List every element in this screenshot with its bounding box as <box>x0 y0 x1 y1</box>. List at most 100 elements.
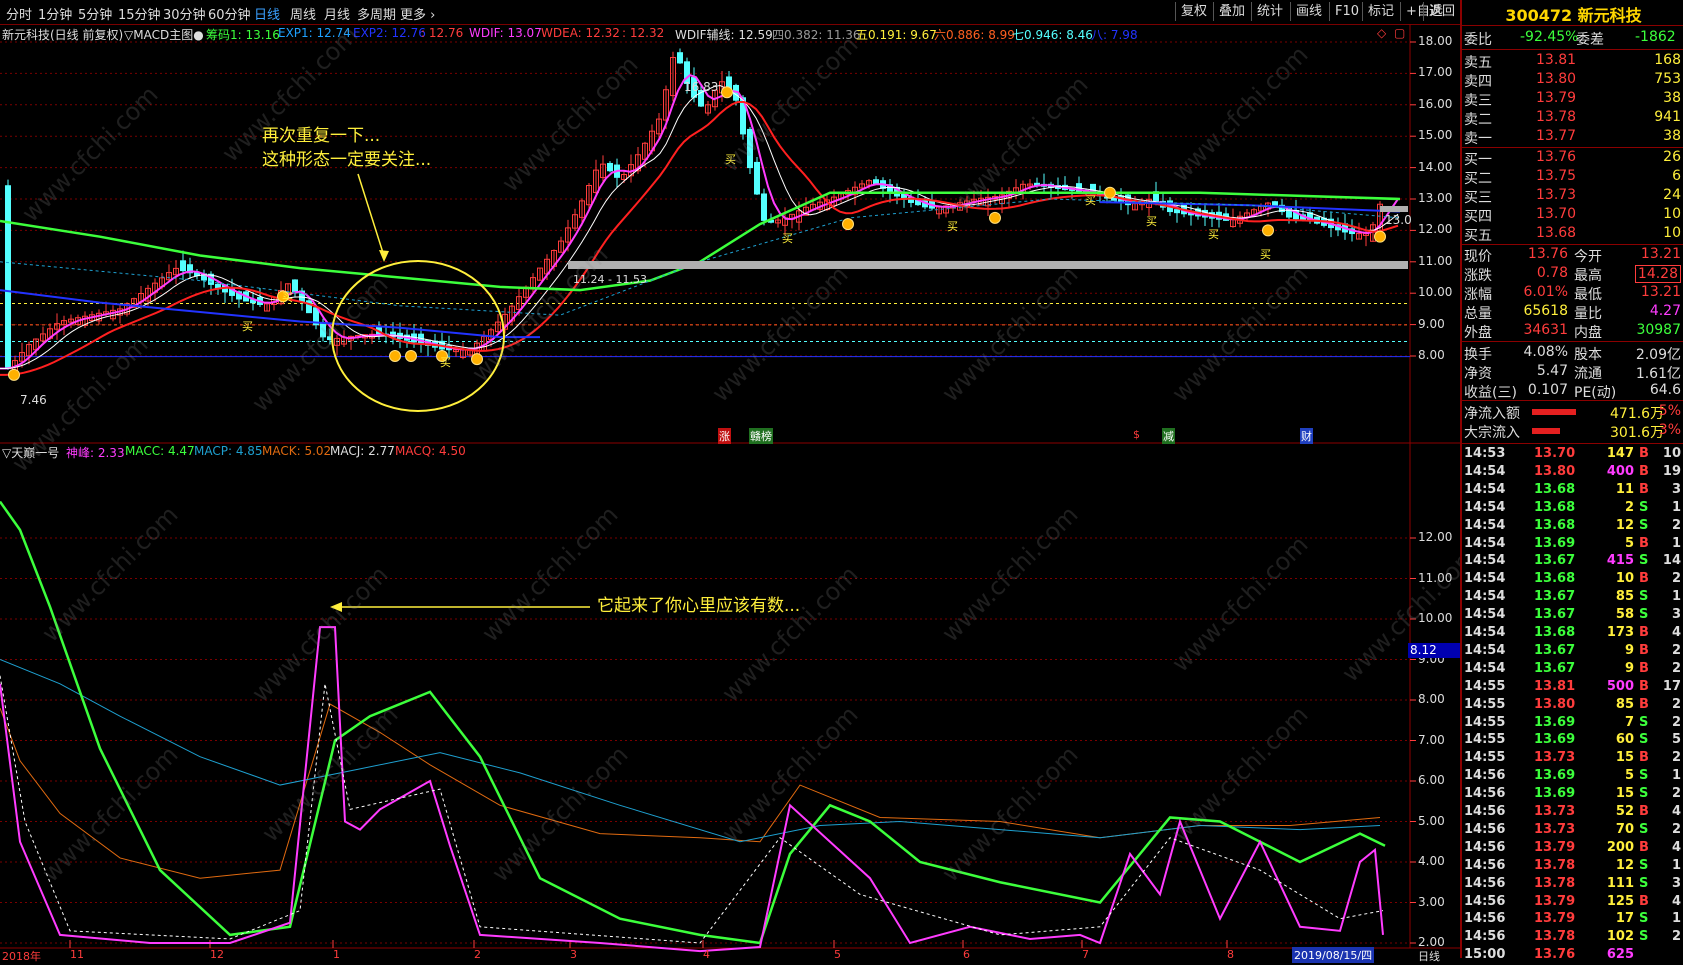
stat-label: 换手 <box>1464 347 1492 363</box>
event-mark-cai[interactable]: 财 <box>1300 428 1313 444</box>
buy-mark: 买 <box>725 153 736 166</box>
indicator-tick: 4.00 <box>1418 854 1445 868</box>
sell-volume: 941 <box>1654 109 1681 125</box>
tick-price: 13.68 <box>1534 571 1576 587</box>
tick-side: S <box>1639 929 1649 945</box>
tick-time: 14:56 <box>1464 857 1506 873</box>
signal-dot <box>389 350 401 362</box>
buy-volume: 24 <box>1663 187 1681 203</box>
event-mark-dollar[interactable]: $ <box>1133 428 1140 441</box>
tick-side: B <box>1639 839 1649 855</box>
tick-row: 14:55 13.69 7 S 2 <box>1462 715 1683 733</box>
buy-volume: 10 <box>1663 225 1681 241</box>
buy-level-row: 买三 13.73 24 <box>1462 187 1683 206</box>
tick-time: 14:55 <box>1464 732 1506 748</box>
tick-time: 14:56 <box>1464 786 1506 802</box>
buy-mark: 买 <box>440 356 451 369</box>
buy-level-label: 买三 <box>1464 190 1492 206</box>
tick-row: 14:54 13.67 9 B 2 <box>1462 643 1683 661</box>
tick-count: 10 <box>1662 446 1681 461</box>
tick-time: 14:56 <box>1464 875 1506 891</box>
tick-row: 14:56 13.79 125 B 4 <box>1462 894 1683 912</box>
tick-time: 14:54 <box>1464 535 1506 551</box>
indicator-tick: 11.00 <box>1418 570 1453 585</box>
tick-row: 14:56 13.73 70 S 2 <box>1462 822 1683 840</box>
indicator-tick: 3.00 <box>1418 894 1445 909</box>
tick-price: 13.79 <box>1534 893 1576 909</box>
tick-time: 14:54 <box>1464 463 1506 479</box>
x-tick: 4 <box>703 948 710 961</box>
tick-time: 14:56 <box>1464 804 1506 819</box>
price-tick: 11.00 <box>1418 253 1453 268</box>
signal-dot <box>471 353 483 366</box>
tick-side: B <box>1639 660 1649 676</box>
tick-volume: 15 <box>1615 750 1634 766</box>
tick-price: 13.78 <box>1534 875 1576 891</box>
stat-label: PE(动) <box>1574 385 1617 401</box>
tick-count: 2 <box>1671 929 1681 945</box>
tick-row: 14:56 13.78 12 S 1 <box>1462 858 1683 876</box>
flow-bar <box>1532 409 1576 415</box>
tick-side: B <box>1639 750 1649 766</box>
tick-volume: 111 <box>1606 875 1634 891</box>
buy-level-label: 买四 <box>1464 209 1492 225</box>
stat-label: 涨跌 <box>1464 268 1492 284</box>
stat-label: 流通 <box>1574 366 1602 382</box>
tick-time: 14:55 <box>1464 750 1506 766</box>
flow-bar <box>1532 428 1560 434</box>
stat-label: 股本 <box>1574 347 1602 363</box>
tick-price: 13.67 <box>1534 660 1576 676</box>
tick-count: 2 <box>1671 696 1681 712</box>
tick-count: 3 <box>1671 875 1681 891</box>
buy-level-label: 买一 <box>1464 152 1492 168</box>
stock-code-name[interactable]: 300472 新元科技 <box>1462 2 1683 26</box>
tick-row: 14:54 13.68 12 S 2 <box>1462 518 1683 536</box>
tick-price: 13.67 <box>1534 589 1576 605</box>
x-tick: 2 <box>474 948 481 961</box>
annotation-arrow-1 <box>357 173 385 257</box>
shenfeng-value: 神峰: 2.33 <box>66 446 125 460</box>
tick-time: 14:54 <box>1464 589 1506 605</box>
tick-price: 13.76 <box>1534 947 1576 963</box>
tick-count: 1 <box>1671 911 1681 927</box>
price-range-label: 11.24 - 11.53 <box>573 273 647 286</box>
tick-price: 13.81 <box>1534 678 1576 694</box>
tick-side: S <box>1639 911 1649 927</box>
sell-volume: 38 <box>1663 90 1681 106</box>
tick-side: B <box>1639 696 1649 712</box>
tick-time: 14:56 <box>1464 911 1506 927</box>
tick-price: 13.73 <box>1534 750 1576 766</box>
tick-side: S <box>1639 553 1649 569</box>
price-tick: 16.00 <box>1418 96 1453 111</box>
tick-volume: 625 <box>1606 947 1634 963</box>
event-mark-zhang[interactable]: 涨 <box>718 428 731 444</box>
price-tick: 8.00 <box>1418 348 1445 362</box>
tick-row: 14:56 13.69 15 S 2 <box>1462 786 1683 804</box>
tick-time: 14:56 <box>1464 839 1506 855</box>
stat-label: 现价 <box>1464 249 1492 265</box>
tick-row: 14:55 13.73 15 B 2 <box>1462 750 1683 768</box>
quote-stat-row: 总量 65618 量比 4.27 <box>1462 303 1683 322</box>
price-high-label: 16.83 <box>684 80 719 94</box>
signal-dot <box>8 368 20 381</box>
tick-row: 14:54 13.67 58 S 3 <box>1462 607 1683 625</box>
annotation-2: 它起来了你心里应该有数... <box>597 596 801 616</box>
tick-time: 14:54 <box>1464 481 1506 497</box>
price-tick: 15.00 <box>1418 128 1453 143</box>
period-label[interactable]: 日线 <box>1418 948 1440 964</box>
weicha-value: -1862 <box>1635 29 1676 45</box>
buy-volume: 6 <box>1672 168 1681 184</box>
signal-dot <box>1374 230 1386 243</box>
buy-price: 13.70 <box>1536 206 1577 222</box>
tick-count: 1 <box>1671 768 1681 784</box>
buy-price: 13.76 <box>1536 149 1577 165</box>
event-mark-ganbang[interactable]: 赣榜 <box>749 428 773 444</box>
tick-side: S <box>1639 499 1649 515</box>
event-mark-jian[interactable]: 减 <box>1162 428 1175 444</box>
tick-row: 14:55 13.81 500 B 17 <box>1462 679 1683 697</box>
sell-level-label: 卖一 <box>1464 131 1492 147</box>
tick-volume: 15 <box>1615 786 1634 802</box>
indicator-name[interactable]: ▽天巅一号 <box>2 444 59 461</box>
tick-count: 1 <box>1671 857 1681 873</box>
stat-value: 34631 <box>1523 322 1568 338</box>
